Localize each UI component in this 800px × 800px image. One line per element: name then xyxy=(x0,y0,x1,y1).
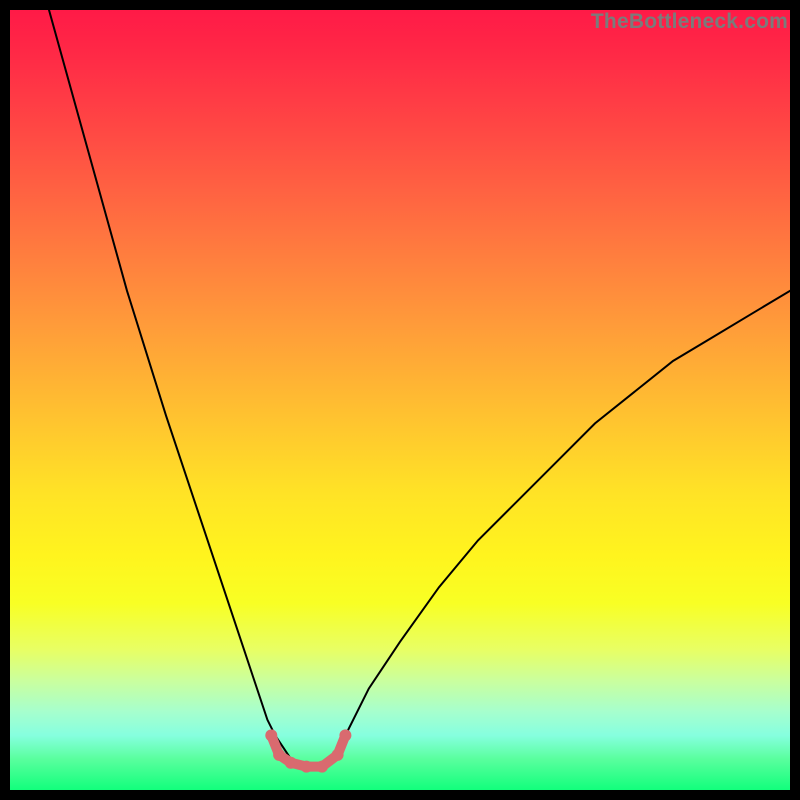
plot-area xyxy=(10,10,790,790)
trough-dot xyxy=(332,749,344,761)
bottleneck-curve xyxy=(49,10,790,767)
trough-dot xyxy=(285,757,297,769)
trough-dot xyxy=(300,761,312,773)
trough-dot xyxy=(316,761,328,773)
curve-layer xyxy=(10,10,790,790)
trough-dot xyxy=(339,729,351,741)
trough-dot xyxy=(273,749,285,761)
trough-dot xyxy=(265,729,277,741)
trough-marker-dots xyxy=(265,729,351,772)
chart-stage: TheBottleneck.com xyxy=(0,0,800,800)
